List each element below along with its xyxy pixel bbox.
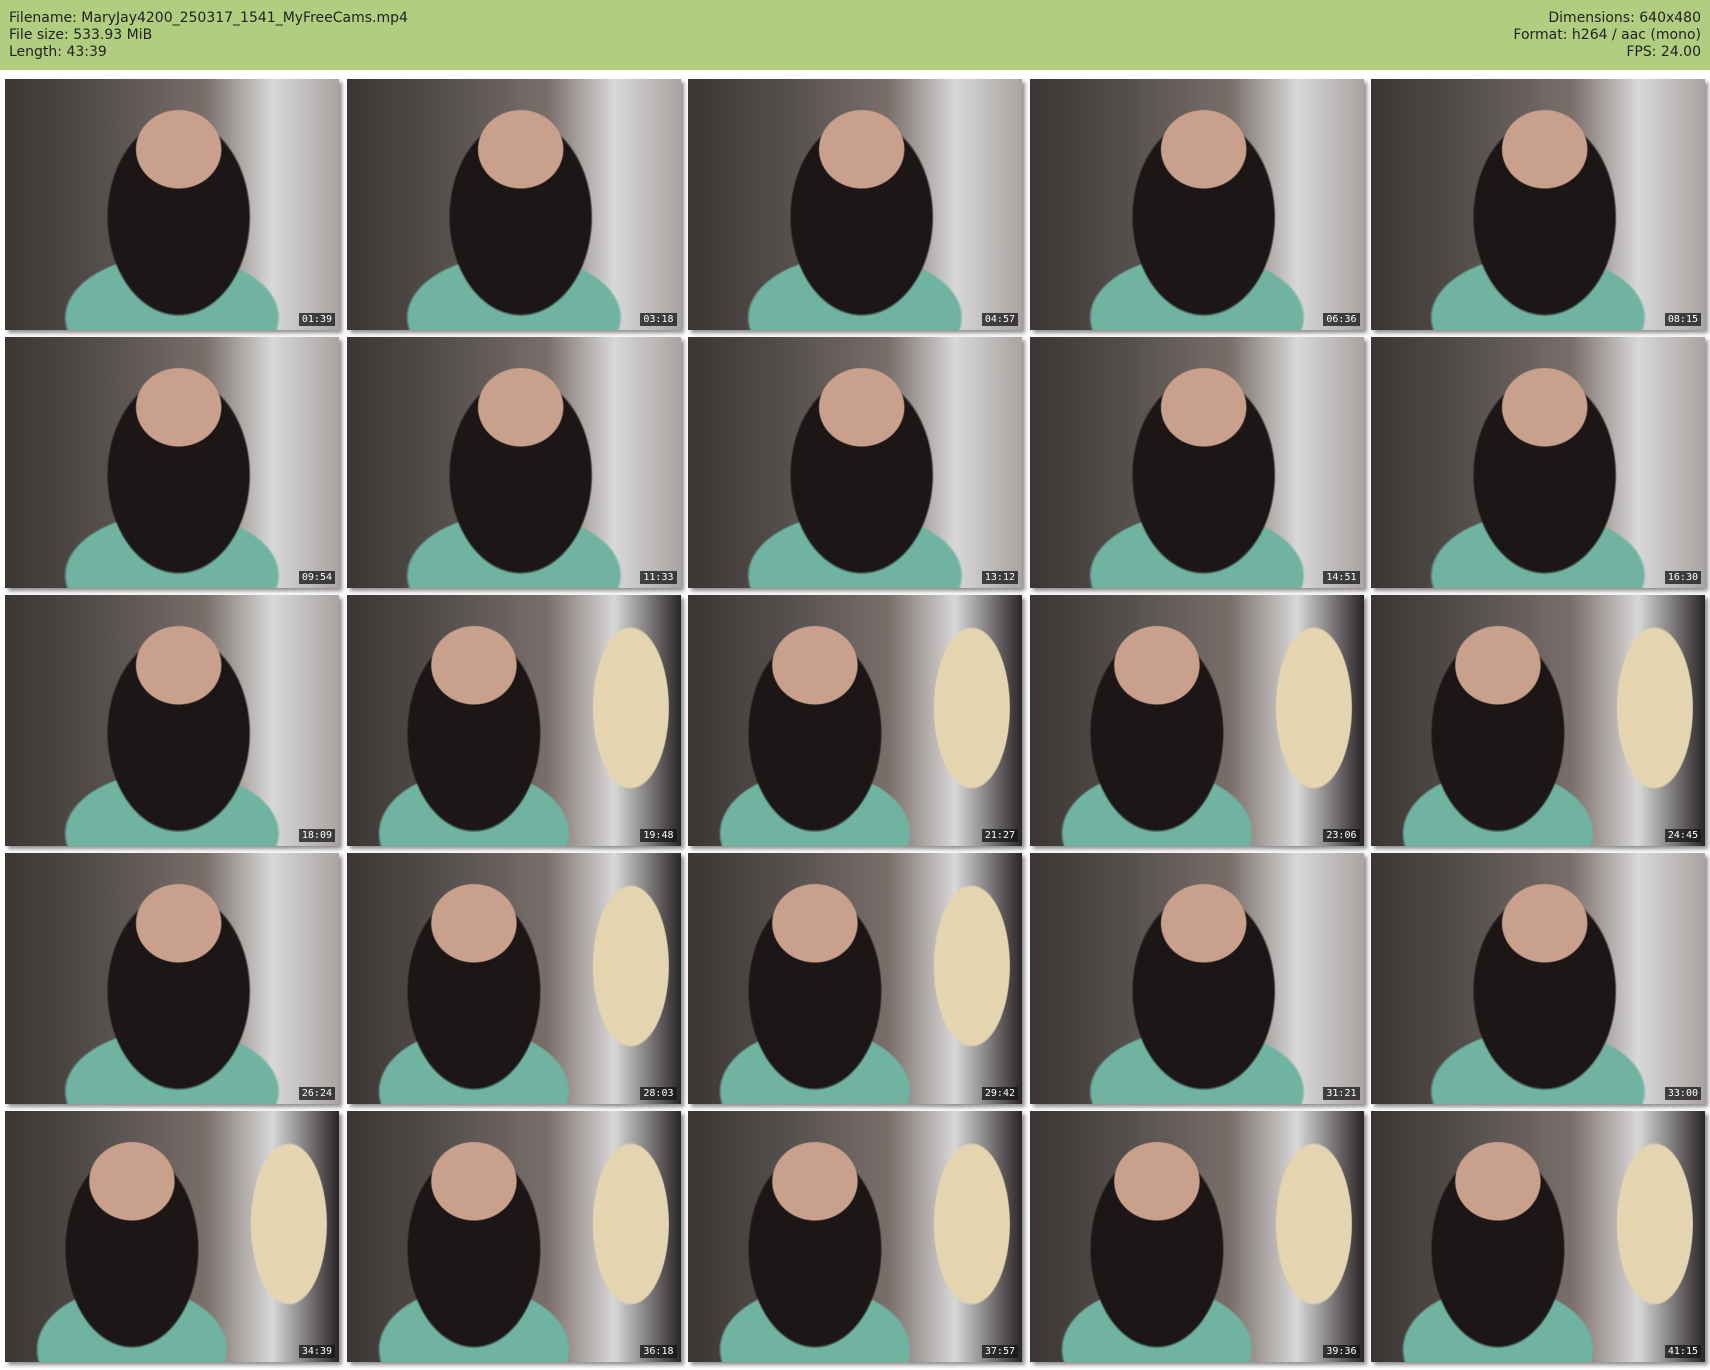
timestamp-label: 14:51 bbox=[1323, 571, 1360, 584]
timestamp-label: 08:15 bbox=[1664, 313, 1701, 326]
format: Format: h264 / aac (mono) bbox=[1513, 27, 1701, 43]
timestamp-label: 09:54 bbox=[298, 571, 335, 584]
length: Length: 43:39 bbox=[9, 44, 107, 60]
timestamp-label: 18:09 bbox=[298, 829, 335, 842]
timestamp-label: 31:21 bbox=[1323, 1087, 1360, 1100]
timestamp-label: 24:45 bbox=[1664, 829, 1701, 842]
video-thumbnail[interactable]: 24:45 bbox=[1371, 595, 1705, 846]
video-thumbnail[interactable]: 01:39 bbox=[5, 79, 339, 330]
video-thumbnail[interactable]: 26:24 bbox=[5, 853, 339, 1104]
video-thumbnail[interactable]: 37:57 bbox=[688, 1111, 1022, 1362]
timestamp-label: 39:36 bbox=[1323, 1345, 1360, 1358]
video-thumbnail[interactable]: 23:06 bbox=[1029, 595, 1364, 846]
timestamp-label: 06:36 bbox=[1323, 313, 1360, 326]
video-thumbnail[interactable]: 39:36 bbox=[1029, 1111, 1364, 1362]
video-thumbnail[interactable]: 19:48 bbox=[346, 595, 681, 846]
video-thumbnail[interactable]: 04:57 bbox=[688, 79, 1022, 330]
video-thumbnail[interactable]: 36:18 bbox=[346, 1111, 681, 1362]
thumbnail-grid: 01:39 03:18 04:57 06:36 08:15 09:54 11:33 13:12… bbox=[5, 79, 1705, 1362]
timestamp-label: 11:33 bbox=[640, 571, 677, 584]
video-thumbnail[interactable]: 41:15 bbox=[1371, 1111, 1705, 1362]
timestamp-label: 16:30 bbox=[1664, 571, 1701, 584]
timestamp-label: 13:12 bbox=[981, 571, 1018, 584]
filename: Filename: MaryJay4200_250317_1541_MyFree… bbox=[9, 10, 408, 26]
video-thumbnail[interactable]: 21:27 bbox=[688, 595, 1022, 846]
fps: FPS: 24.00 bbox=[1626, 44, 1701, 60]
file-size: File size: 533.93 MiB bbox=[9, 27, 153, 43]
video-thumbnail[interactable]: 18:09 bbox=[5, 595, 339, 846]
video-thumbnail[interactable]: 28:03 bbox=[346, 853, 681, 1104]
timestamp-label: 41:15 bbox=[1664, 1345, 1701, 1358]
video-thumbnail[interactable]: 08:15 bbox=[1371, 79, 1705, 330]
info-header: Filename: MaryJay4200_250317_1541_MyFree… bbox=[0, 0, 1710, 70]
video-thumbnail[interactable]: 13:12 bbox=[688, 337, 1022, 588]
timestamp-label: 29:42 bbox=[981, 1087, 1018, 1100]
timestamp-label: 04:57 bbox=[981, 313, 1018, 326]
video-thumbnail[interactable]: 33:00 bbox=[1371, 853, 1705, 1104]
file-info-left: Filename: MaryJay4200_250317_1541_MyFree… bbox=[9, 10, 408, 61]
video-thumbnail[interactable]: 34:39 bbox=[5, 1111, 339, 1362]
video-thumbnail[interactable]: 03:18 bbox=[346, 79, 681, 330]
video-thumbnail[interactable]: 16:30 bbox=[1371, 337, 1705, 588]
timestamp-label: 01:39 bbox=[298, 313, 335, 326]
timestamp-label: 19:48 bbox=[640, 829, 677, 842]
timestamp-label: 26:24 bbox=[298, 1087, 335, 1100]
dimensions: Dimensions: 640x480 bbox=[1548, 10, 1701, 26]
video-thumbnail[interactable]: 06:36 bbox=[1029, 79, 1364, 330]
timestamp-label: 33:00 bbox=[1664, 1087, 1701, 1100]
video-thumbnail[interactable]: 29:42 bbox=[688, 853, 1022, 1104]
timestamp-label: 21:27 bbox=[981, 829, 1018, 842]
file-info-right: Dimensions: 640x480 Format: h264 / aac (… bbox=[1513, 10, 1701, 61]
timestamp-label: 36:18 bbox=[640, 1345, 677, 1358]
timestamp-label: 28:03 bbox=[640, 1087, 677, 1100]
timestamp-label: 34:39 bbox=[298, 1345, 335, 1358]
timestamp-label: 23:06 bbox=[1323, 829, 1360, 842]
video-thumbnail[interactable]: 14:51 bbox=[1029, 337, 1364, 588]
timestamp-label: 03:18 bbox=[640, 313, 677, 326]
timestamp-label: 37:57 bbox=[981, 1345, 1018, 1358]
video-thumbnail[interactable]: 11:33 bbox=[346, 337, 681, 588]
video-thumbnail[interactable]: 31:21 bbox=[1029, 853, 1364, 1104]
video-thumbnail[interactable]: 09:54 bbox=[5, 337, 339, 588]
